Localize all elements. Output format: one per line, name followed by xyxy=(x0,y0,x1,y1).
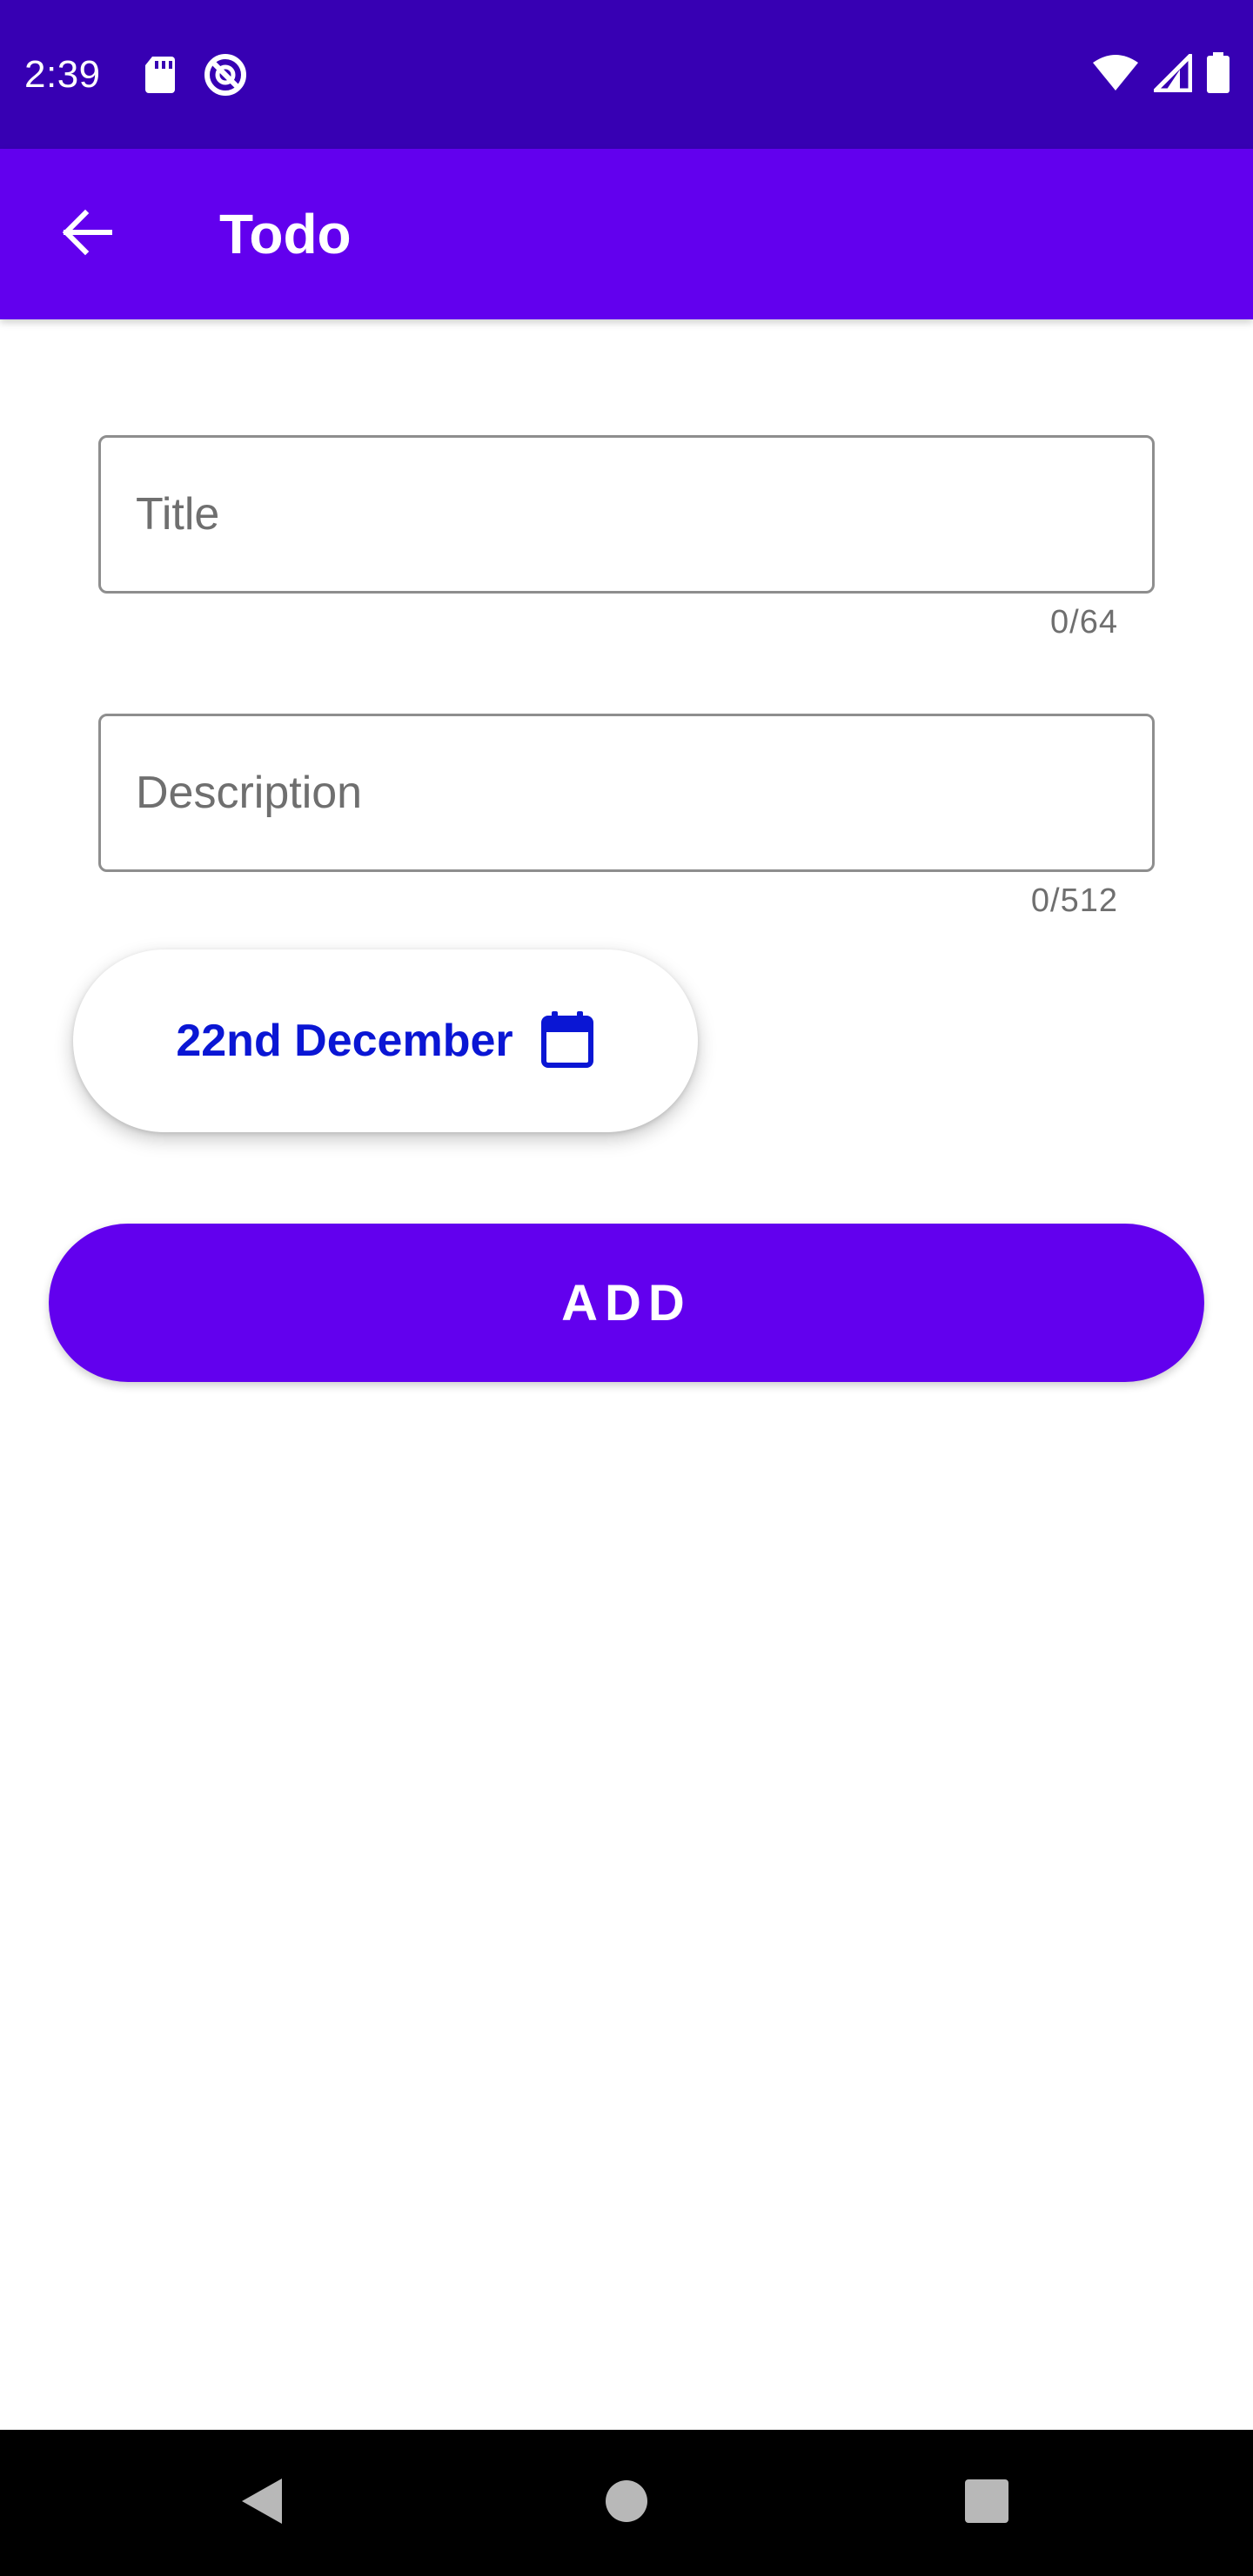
nav-home-button[interactable] xyxy=(553,2430,700,2576)
do-not-disturb-icon xyxy=(203,52,248,97)
back-triangle-icon xyxy=(237,2475,285,2532)
description-input[interactable] xyxy=(101,716,1152,869)
add-button[interactable]: ADD xyxy=(49,1224,1204,1382)
title-field[interactable] xyxy=(98,435,1155,594)
title-char-counter: 0/64 xyxy=(1050,604,1118,641)
signal-icon xyxy=(1154,54,1192,92)
date-label: 22nd December xyxy=(176,1016,513,1066)
status-bar: 2:39 xyxy=(0,0,1253,149)
nav-back-button[interactable] xyxy=(188,2430,334,2576)
status-left-icons xyxy=(144,52,248,97)
title-input[interactable] xyxy=(101,438,1152,591)
sd-card-icon xyxy=(144,55,177,95)
battery-icon xyxy=(1206,52,1230,94)
add-button-label: ADD xyxy=(561,1274,692,1332)
page-title: Todo xyxy=(219,203,352,265)
status-right-icons xyxy=(1091,52,1230,94)
description-field[interactable] xyxy=(98,714,1155,872)
home-circle-icon xyxy=(604,2479,649,2528)
navigation-bar xyxy=(0,2430,1253,2576)
date-picker-button[interactable]: 22nd December xyxy=(73,949,698,1132)
wifi-icon xyxy=(1091,54,1140,92)
description-char-counter: 0/512 xyxy=(1030,882,1118,919)
nav-recents-button[interactable] xyxy=(914,2430,1060,2576)
status-time: 2:39 xyxy=(24,53,101,96)
recents-square-icon xyxy=(964,2479,1009,2528)
app-bar: Todo xyxy=(0,149,1253,319)
calendar-icon xyxy=(539,1010,595,1073)
arrow-back-icon xyxy=(59,205,115,265)
back-button[interactable] xyxy=(35,182,139,286)
